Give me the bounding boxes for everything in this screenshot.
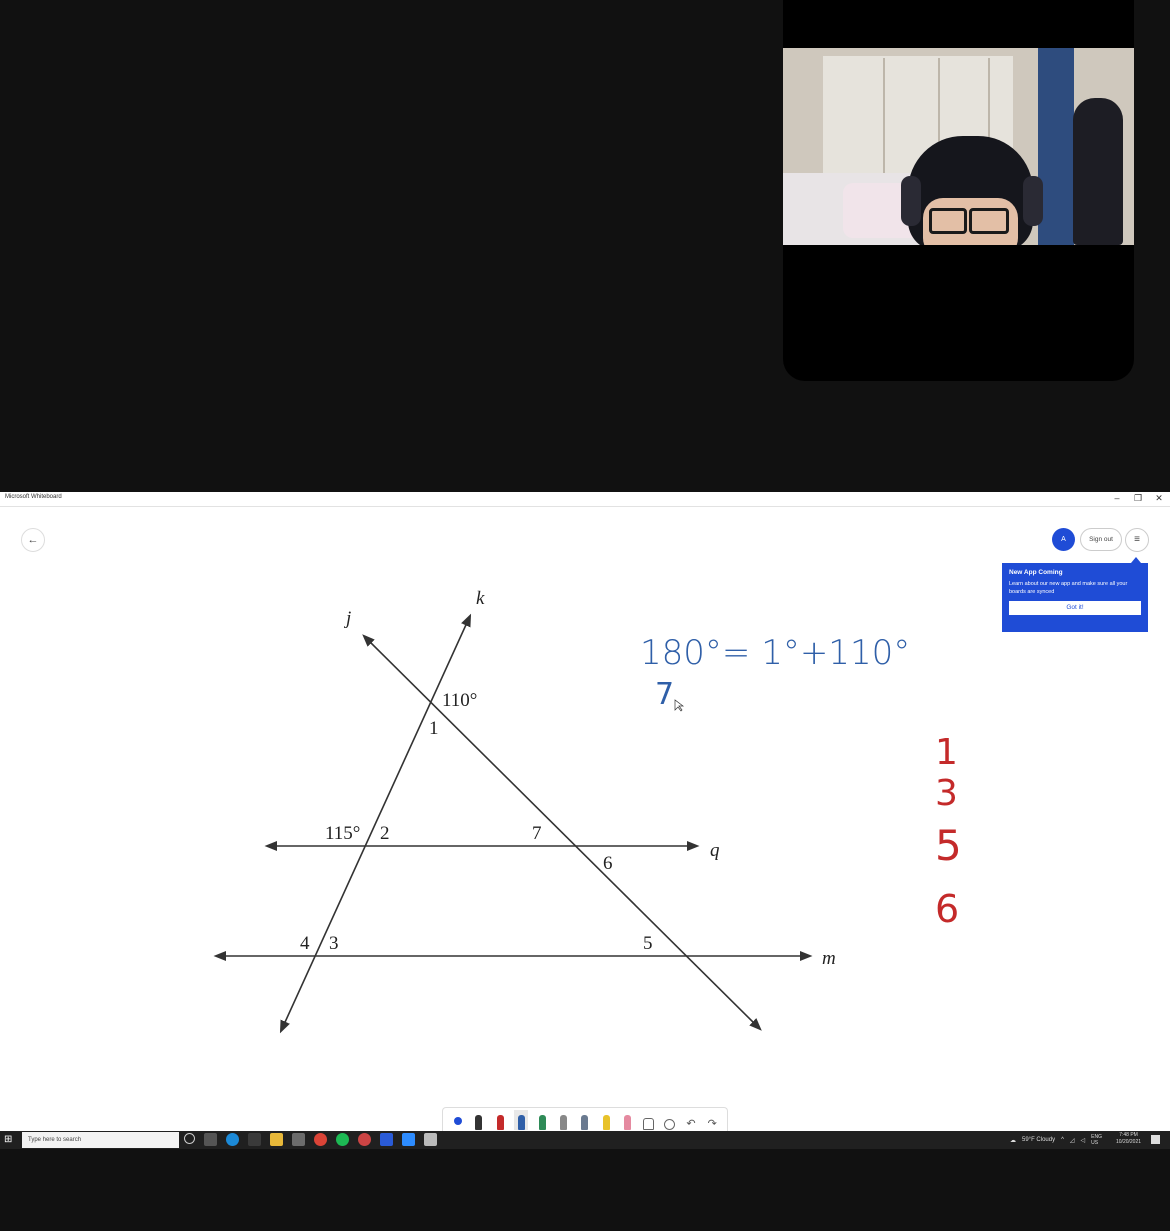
headphone-left [901,176,921,226]
pinned-apps [184,1133,437,1146]
sign-out-button[interactable]: Sign out [1080,528,1122,551]
angle-label-110: 110° [442,690,477,711]
handwritten-equation: 180°= 1°+110° [640,633,910,673]
ruler-tool[interactable] [663,1110,677,1130]
clock-time: 7:48 PM [1119,1132,1138,1138]
pen-icon [517,1114,525,1130]
eraser-icon [623,1114,631,1130]
eraser-tool[interactable] [620,1110,634,1130]
whiteboard-window: Microsoft Whiteboard – ❐ ✕ j k q m 110° … [0,492,1170,1131]
angle-label-6: 6 [603,853,613,874]
angle-label-2: 2 [380,823,390,844]
app-icon[interactable] [424,1133,437,1146]
label-m: m [822,948,836,969]
angle-label-3: 3 [329,933,339,954]
select-dot-icon [453,1116,462,1125]
lasso-icon [643,1117,655,1130]
popup-title: New App Coming [1009,569,1063,576]
pen-icon [538,1114,546,1130]
region-code: US [1091,1140,1099,1146]
line-k [279,613,472,1034]
label-j: j [343,608,351,629]
handwritten-list-item-3: 5 [935,821,962,870]
pen-icon [560,1114,568,1130]
mouse-cursor-icon [674,699,685,712]
menu-icon[interactable]: ≡ [1125,528,1149,552]
weather-icon: ☁ [1010,1137,1016,1144]
back-button[interactable]: ← [21,528,45,552]
start-button[interactable]: ⊞ [4,1134,16,1146]
got-it-button[interactable]: Got it! [1009,601,1141,615]
store-icon[interactable] [248,1133,261,1146]
whiteboard-canvas[interactable]: j k q m 110° 1 115° 2 7 6 4 3 5 180°= 1°… [0,492,1170,1131]
taskbar-search-input[interactable]: Type here to search [22,1132,179,1148]
volume-icon[interactable]: ◁ [1081,1137,1086,1144]
app-icon[interactable] [292,1133,305,1146]
cortana-icon[interactable] [184,1133,195,1144]
video-call-tile [783,0,1134,381]
pen-red-tool[interactable] [493,1110,507,1130]
network-icon[interactable]: ◿ [1070,1137,1075,1144]
language-indicator[interactable]: ENG US [1091,1134,1102,1146]
chevron-up-icon[interactable]: ^ [1061,1137,1064,1143]
redo-button[interactable]: ↷ [705,1110,719,1130]
app-icon[interactable] [358,1133,371,1146]
angle-label-5: 5 [643,933,653,954]
whiteboard-app-icon[interactable] [380,1133,393,1146]
popup-body: Learn about our new app and make sure al… [1009,581,1128,595]
pen-icon [496,1114,504,1130]
line-j [362,634,762,1031]
pen-gray-tool[interactable] [557,1110,571,1130]
edge-icon[interactable] [226,1133,239,1146]
zoom-icon[interactable] [402,1133,415,1146]
handwritten-list-item-4: 6 [935,887,959,931]
highlighter-icon [602,1114,610,1130]
pen-blue-tool[interactable] [514,1109,529,1130]
file-explorer-icon[interactable] [270,1133,283,1146]
lasso-tool[interactable] [642,1110,656,1130]
headphone-right [1023,176,1043,226]
ink-toolbar: ↶ ↷ [442,1107,728,1131]
handwritten-list-item-1: 1 [935,732,958,773]
glasses-left-lens [929,208,967,234]
curtain [1038,48,1074,245]
undo-button[interactable]: ↶ [684,1110,698,1130]
clock[interactable]: 7:48 PM 10/20/2021 [1116,1132,1141,1146]
system-tray: ☁ 59°F Cloudy ^ ◿ ◁ ENG US [1010,1134,1102,1146]
pen-green-tool[interactable] [535,1110,549,1130]
weather-widget[interactable]: 59°F Cloudy [1022,1137,1055,1143]
taskbar: ⊞ Type here to search ☁ 59°F Cloudy ^ ◿ … [0,1131,1170,1149]
profile-button[interactable]: A [1052,528,1075,551]
pen-black-tool[interactable] [472,1110,486,1130]
task-view-icon[interactable] [204,1133,217,1146]
label-q: q [710,840,720,861]
handwritten-list-item-2: 3 [935,773,958,814]
notifications-icon[interactable] [1151,1135,1160,1144]
angle-label-1: 1 [429,718,439,739]
clock-date: 10/20/2021 [1116,1139,1142,1145]
angle-label-7: 7 [532,823,542,844]
glasses-right-lens [969,208,1009,234]
angle-label-4: 4 [300,933,310,954]
highlighter-tool[interactable] [599,1110,613,1130]
instrument-case [1073,98,1123,245]
angle-label-115: 115° [325,823,360,844]
spotify-icon[interactable] [336,1133,349,1146]
new-app-popup: New App Coming Learn about our new app a… [1002,563,1148,632]
chrome-icon[interactable] [314,1133,327,1146]
label-k: k [476,588,485,609]
pen-gray-2-tool[interactable] [578,1110,592,1130]
pen-icon [475,1114,483,1130]
handwritten-note-7: 7 [655,677,674,712]
pen-icon [581,1114,589,1130]
webcam-feed [783,48,1134,245]
select-tool[interactable] [451,1110,465,1130]
ruler-icon [664,1118,676,1130]
